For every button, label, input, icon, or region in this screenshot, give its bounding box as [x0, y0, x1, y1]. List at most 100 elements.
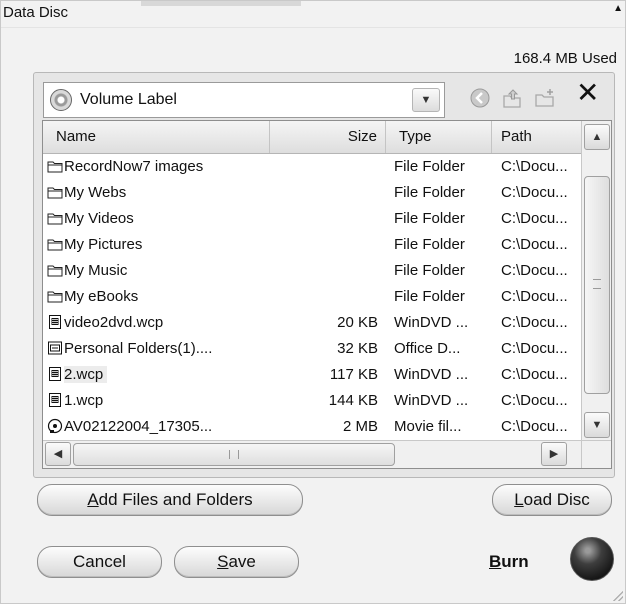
data-disc-window: Data Disc ▲ 168.4 MB Used Volume Label ▼… — [0, 0, 626, 604]
scroll-down-icon[interactable]: ▼ — [584, 412, 610, 438]
file-type: Movie fil... — [394, 418, 462, 435]
file-path: C:\Docu... — [501, 340, 568, 357]
wcp-file-icon — [49, 367, 61, 381]
file-type: File Folder — [394, 158, 465, 175]
file-path: C:\Docu... — [501, 392, 568, 409]
collapse-arrow-icon[interactable]: ▲ — [613, 3, 623, 14]
load-disc-button[interactable]: Load Disc — [492, 484, 612, 516]
file-rows: RecordNow7 images File Folder C:\Docu... My… — [43, 154, 581, 440]
folder-icon — [47, 291, 63, 303]
office-file-icon — [48, 341, 62, 355]
column-header-path[interactable]: Path — [492, 121, 581, 153]
cancel-button[interactable]: Cancel — [37, 546, 162, 578]
file-row[interactable]: 1.wcp 144 KB WinDVD ... C:\Docu... — [43, 388, 581, 414]
window-title: Data Disc — [3, 4, 69, 21]
file-type: Office D... — [394, 340, 461, 357]
file-row[interactable]: 2.wcp 117 KB WinDVD ... C:\Docu... — [43, 362, 581, 388]
volume-label-combo[interactable]: Volume Label ▼ — [43, 82, 445, 118]
file-row[interactable]: Personal Folders(1).... 32 KB Office D... C… — [43, 336, 581, 362]
file-name: My Webs — [64, 184, 127, 201]
title-tab-strip — [141, 1, 301, 6]
file-name: 1.wcp — [64, 392, 104, 409]
column-header-type[interactable]: Type — [386, 121, 492, 153]
file-row[interactable]: My Videos File Folder C:\Docu... — [43, 206, 581, 232]
file-name: AV02122004_17305... — [64, 418, 213, 435]
file-type: File Folder — [394, 262, 465, 279]
file-list: Name Size Type Path RecordNow7 images Fil… — [42, 120, 612, 469]
column-header-size[interactable]: Size — [270, 121, 386, 153]
back-icon[interactable] — [469, 87, 491, 109]
folder-icon — [47, 187, 63, 199]
file-row[interactable]: video2dvd.wcp 20 KB WinDVD ... C:\Docu... — [43, 310, 581, 336]
wcp-file-icon — [49, 393, 61, 407]
file-name: RecordNow7 images — [64, 158, 204, 175]
file-name: My Videos — [64, 210, 134, 227]
grip-icon — [229, 450, 239, 459]
file-type: File Folder — [394, 288, 465, 305]
new-folder-icon[interactable] — [534, 87, 556, 109]
vertical-scroll-thumb[interactable] — [584, 176, 610, 394]
burn-label-key: B — [489, 552, 502, 571]
save-button[interactable]: Save — [174, 546, 299, 578]
vertical-scrollbar[interactable]: ▲ ▼ — [581, 121, 611, 440]
save-label-post: ave — [228, 552, 256, 571]
cancel-label-pre: Cancel — [73, 552, 126, 571]
file-size: 20 KB — [337, 314, 378, 331]
file-name: video2dvd.wcp — [64, 314, 164, 331]
movie-file-icon — [47, 418, 63, 434]
resize-grip-icon[interactable] — [613, 591, 623, 601]
file-path: C:\Docu... — [501, 366, 568, 383]
disc-used-size: 168.4 MB Used — [513, 50, 617, 67]
remove-icon[interactable]: ✕ — [576, 79, 599, 107]
file-path: C:\Docu... — [501, 418, 568, 435]
column-header-name[interactable]: Name — [43, 121, 270, 153]
file-size: 2 MB — [342, 418, 378, 435]
file-name: My eBooks — [64, 288, 139, 305]
burn-button[interactable] — [570, 537, 614, 581]
scroll-left-icon[interactable]: ◀ — [45, 442, 71, 466]
file-type: WinDVD ... — [394, 366, 469, 383]
file-size: 117 KB — [329, 366, 378, 383]
file-path: C:\Docu... — [501, 262, 568, 279]
add-label-key: A — [87, 490, 99, 509]
file-row[interactable]: AV02122004_17305... 2 MB Movie fil... C:\Do… — [43, 414, 581, 440]
up-folder-icon[interactable] — [501, 87, 523, 109]
add-files-and-folders-button[interactable]: Add Files and Folders — [37, 484, 303, 516]
file-row[interactable]: My eBooks File Folder C:\Docu... — [43, 284, 581, 310]
file-path: C:\Docu... — [501, 288, 568, 305]
horizontal-scroll-thumb[interactable] — [73, 443, 395, 466]
file-path: C:\Docu... — [501, 158, 568, 175]
file-type: WinDVD ... — [394, 314, 469, 331]
chevron-down-icon[interactable]: ▼ — [412, 88, 440, 112]
file-row[interactable]: My Music File Folder C:\Docu... — [43, 258, 581, 284]
folder-icon — [47, 239, 63, 251]
file-path: C:\Docu... — [501, 184, 568, 201]
scroll-right-icon[interactable]: ▶ — [541, 442, 567, 466]
folder-icon — [47, 161, 63, 173]
file-size: 32 KB — [337, 340, 378, 357]
file-name: 2.wcp — [64, 366, 108, 383]
file-path: C:\Docu... — [501, 314, 568, 331]
scroll-up-icon[interactable]: ▲ — [584, 124, 610, 150]
burn-label-post: urn — [501, 552, 529, 571]
add-label-post: dd Files and Folders — [98, 490, 253, 509]
save-label-key: S — [217, 552, 229, 571]
horizontal-scrollbar[interactable]: ◀ ▶ — [43, 440, 581, 468]
folder-icon — [47, 213, 63, 225]
title-bar: Data Disc ▲ — [1, 1, 625, 28]
burn-label: Burn — [489, 552, 529, 572]
file-row[interactable]: My Webs File Folder C:\Docu... — [43, 180, 581, 206]
load-label-post: oad Disc — [523, 490, 590, 509]
load-label-key: L — [514, 490, 524, 509]
file-row[interactable]: My Pictures File Folder C:\Docu... — [43, 232, 581, 258]
file-row[interactable]: RecordNow7 images File Folder C:\Docu... — [43, 154, 581, 180]
file-type: WinDVD ... — [394, 392, 469, 409]
file-path: C:\Docu... — [501, 210, 568, 227]
file-name: Personal Folders(1).... — [64, 340, 213, 357]
volume-label-text: Volume Label — [80, 91, 177, 108]
wcp-file-icon — [49, 315, 61, 329]
file-type: File Folder — [394, 236, 465, 253]
grip-icon — [593, 279, 601, 289]
file-panel: Volume Label ▼ ✕ Name Size Type Path Rec… — [33, 72, 615, 478]
file-size: 144 KB — [328, 392, 378, 409]
